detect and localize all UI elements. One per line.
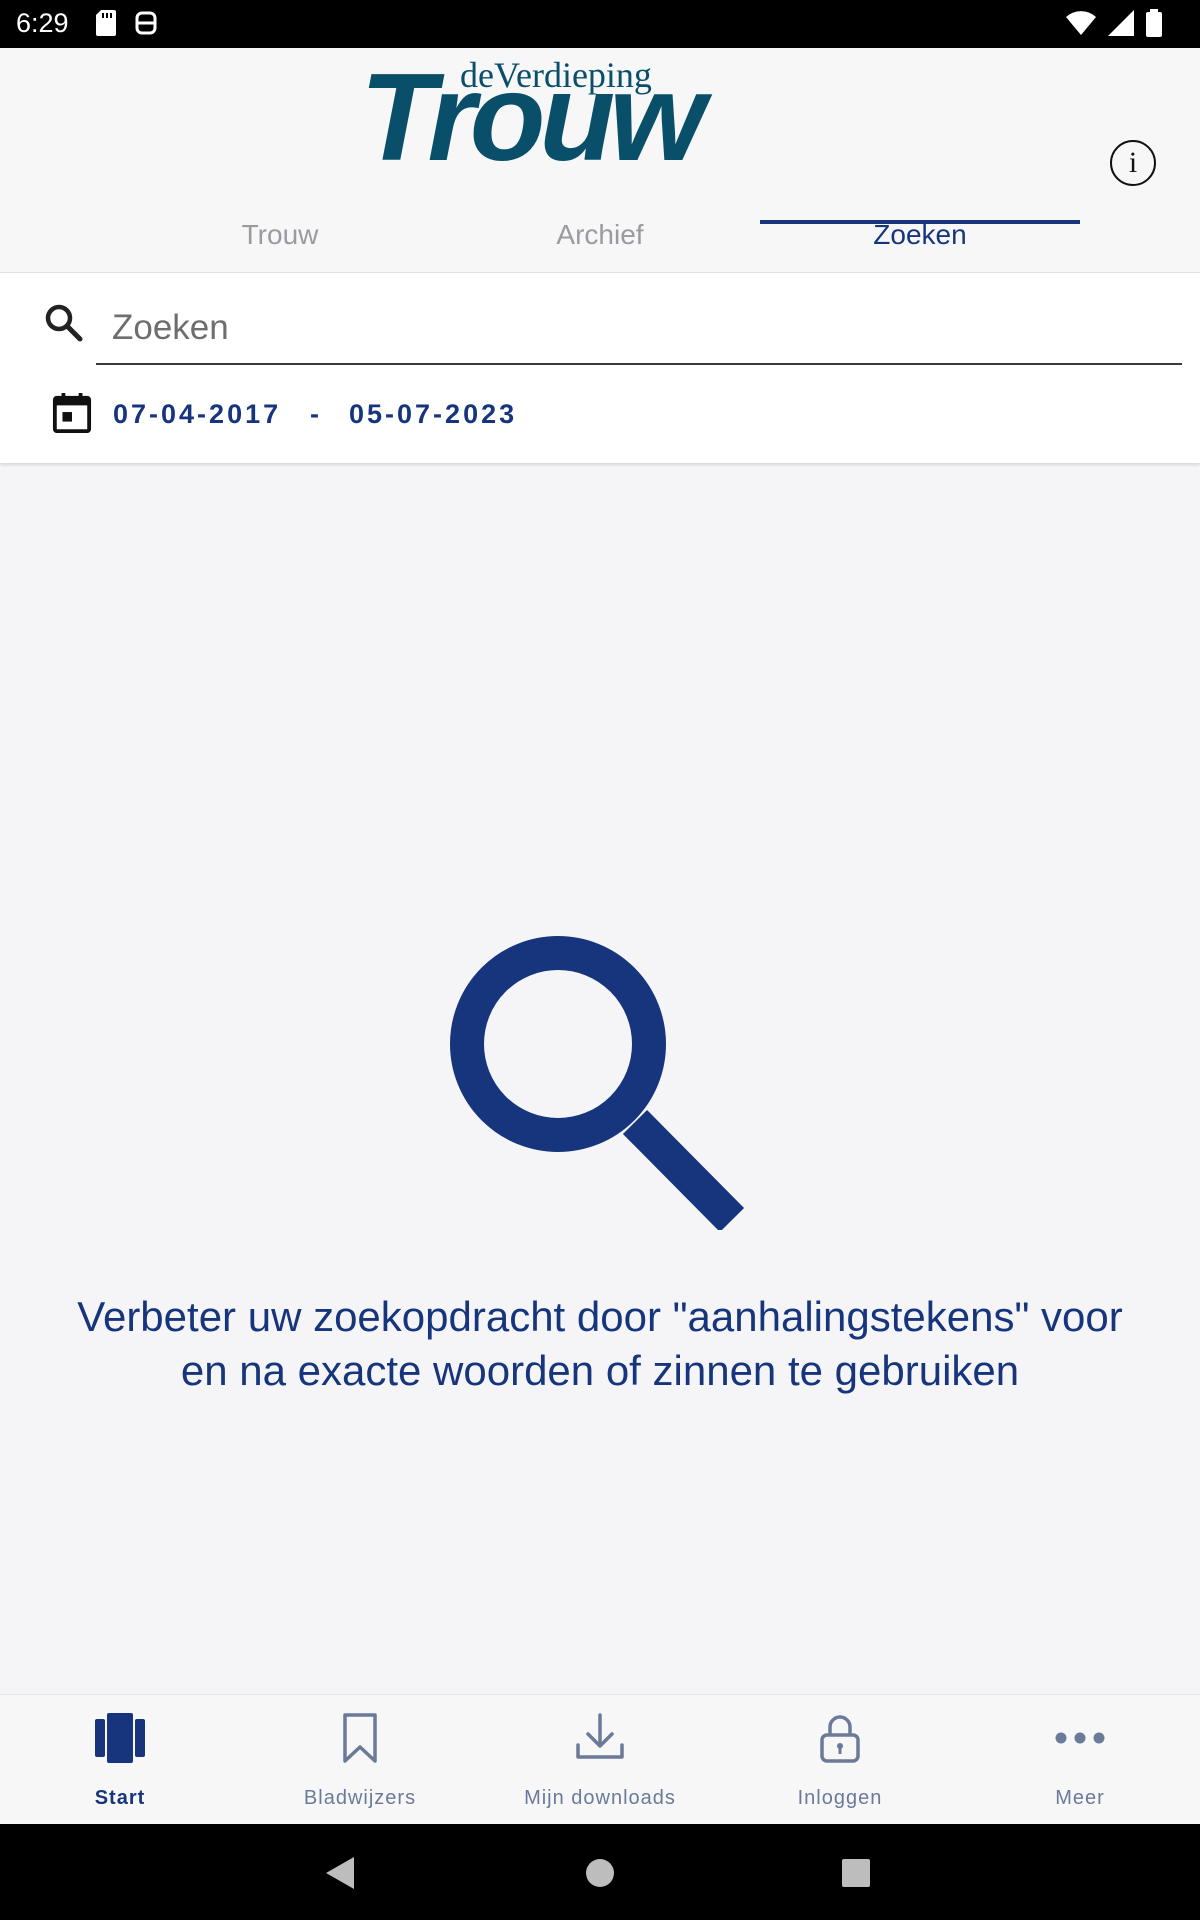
tab-label: Archief (556, 219, 644, 250)
tab-archief[interactable]: Archief (440, 198, 760, 272)
nav-start[interactable]: Start (0, 1695, 240, 1825)
top-tabs: Trouw Archief Zoeken (0, 198, 1200, 272)
lock-icon (820, 1715, 860, 1763)
info-icon: i (1128, 146, 1138, 179)
info-button[interactable]: i (1110, 140, 1156, 186)
home-icon[interactable] (585, 1858, 615, 1888)
trouw-logo: deVerdieping Trouw (360, 54, 840, 184)
nav-label: Inloggen (797, 1787, 883, 1809)
status-bar: 6:29 (0, 0, 1200, 48)
recents-icon[interactable] (842, 1859, 870, 1887)
date-separator: - (310, 399, 319, 429)
bottom-navigation: Start Bladwijzers Mijn downloads Inlogge… (0, 1694, 1200, 1825)
sd-card-icon (96, 10, 116, 36)
nav-label: Meer (1055, 1787, 1105, 1809)
search-icon (45, 304, 83, 342)
back-icon[interactable] (326, 1857, 356, 1889)
nav-label: Start (94, 1787, 146, 1809)
date-from[interactable]: 07-04-2017 (113, 399, 281, 430)
nav-bladwijzers[interactable]: Bladwijzers (240, 1695, 480, 1825)
search-panel: 07-04-2017 - 05-07-2023 (0, 273, 1200, 463)
tab-trouw[interactable]: Trouw (120, 198, 440, 272)
status-time: 6:29 (16, 8, 69, 38)
nav-label: Bladwijzers (303, 1787, 417, 1809)
search-input[interactable] (96, 293, 1182, 365)
date-to[interactable]: 05-07-2023 (349, 399, 517, 430)
active-tab-indicator (760, 220, 1080, 224)
system-navigation-bar (0, 1824, 1200, 1920)
nav-label: Mijn downloads (524, 1787, 676, 1809)
calendar-icon[interactable] (52, 393, 92, 433)
hint-line: en na exacte woorden of zinnen te gebrui… (180, 1347, 1020, 1394)
more-icon (1055, 1732, 1105, 1744)
battery-icon (1146, 9, 1162, 37)
hint-line: Verbeter uw zoekopdracht door "aanhaling… (77, 1293, 1123, 1340)
wifi-icon (1066, 11, 1096, 35)
nav-inloggen[interactable]: Inloggen (720, 1695, 960, 1825)
nav-mijn-downloads[interactable]: Mijn downloads (480, 1695, 720, 1825)
start-icon (95, 1713, 145, 1763)
nav-meer[interactable]: Meer (960, 1695, 1200, 1825)
bookmark-icon (343, 1713, 377, 1763)
cast-app-icon (135, 11, 157, 35)
app-header: deVerdieping Trouw i Trouw Archief Zoeke… (0, 48, 1200, 274)
cell-signal-icon (1108, 10, 1134, 36)
logo-wordmark: Trouw (360, 49, 706, 187)
magnifier-icon (450, 936, 745, 1230)
tab-label: Trouw (241, 219, 319, 250)
download-icon (576, 1713, 624, 1759)
tab-zoeken[interactable]: Zoeken (760, 198, 1080, 272)
search-hint: Verbeter uw zoekopdracht door "aanhaling… (0, 1290, 1200, 1398)
